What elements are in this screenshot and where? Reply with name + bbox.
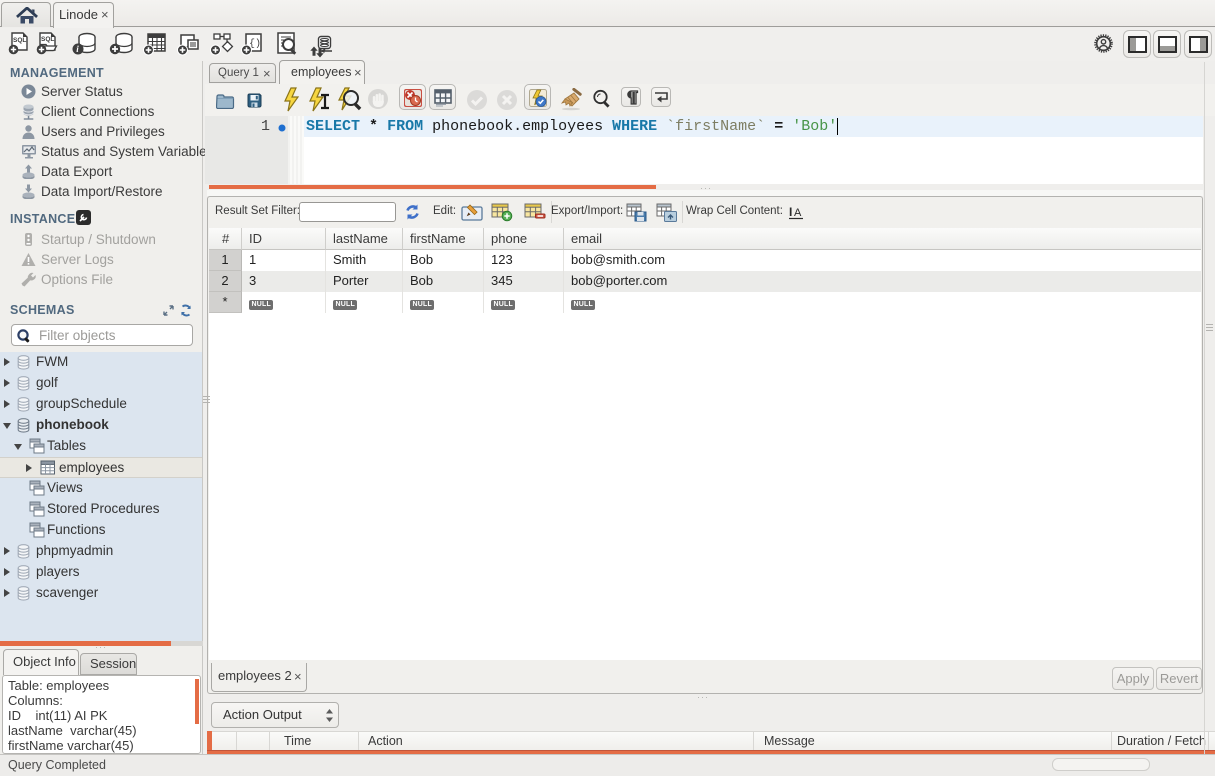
svg-text:SQL: SQL [41, 36, 54, 43]
svg-text:I: I [789, 205, 792, 219]
svg-text:A: A [794, 207, 802, 219]
svg-text:SQL: SQL [13, 37, 26, 44]
